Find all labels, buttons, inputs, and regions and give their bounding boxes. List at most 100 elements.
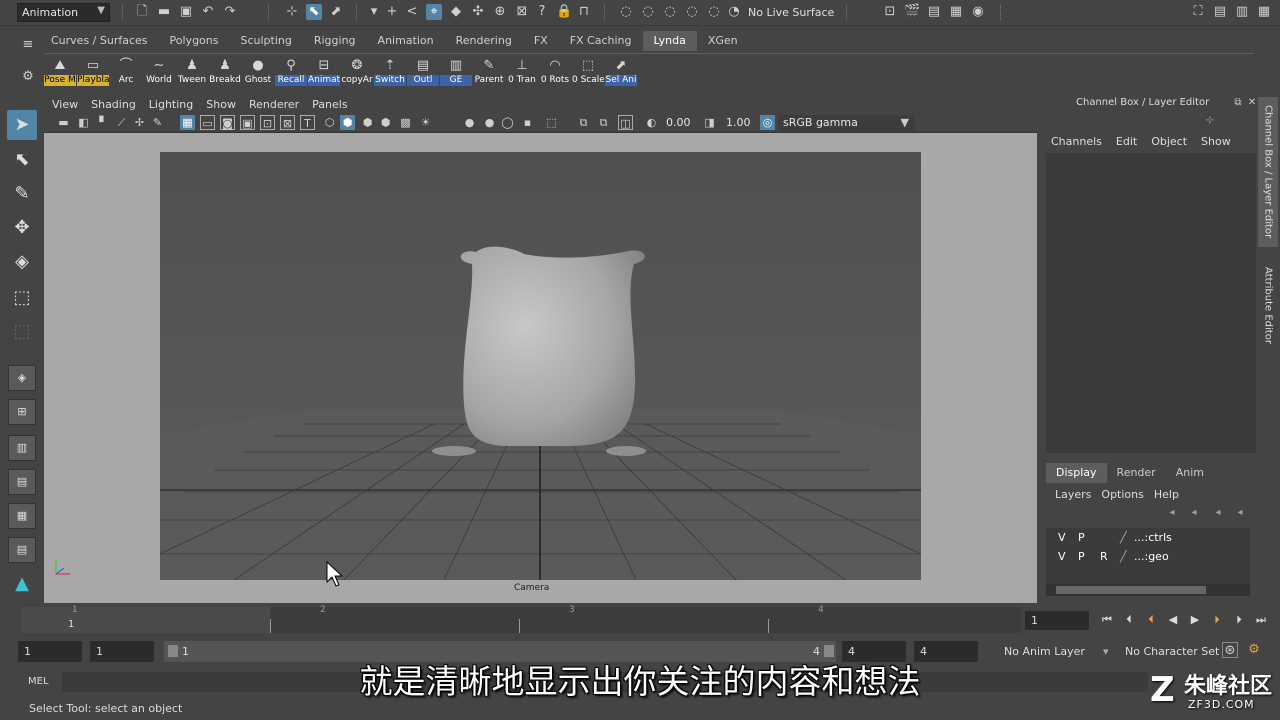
- play-backwards-icon[interactable]: ◀: [1164, 612, 1182, 628]
- safe-title-icon[interactable]: T: [300, 115, 315, 130]
- anti-alias-icon[interactable]: ▪: [520, 115, 535, 130]
- move-layer-up-icon[interactable]: ◂: [1164, 505, 1180, 521]
- color-management-icon[interactable]: ◎: [760, 115, 775, 130]
- tab-sculpting[interactable]: Sculpting: [229, 31, 302, 51]
- attribute-editor-icon[interactable]: ▤: [1212, 4, 1228, 20]
- select-component-icon[interactable]: ⬈: [328, 4, 344, 20]
- exposure-field[interactable]: 0.00: [666, 115, 691, 131]
- tab-fx[interactable]: FX: [523, 31, 559, 51]
- select-object-icon[interactable]: ⬉: [306, 4, 322, 20]
- layer-row[interactable]: V P R ╱ ...:geo: [1046, 549, 1250, 567]
- isolate-select-icon[interactable]: ⬚: [544, 115, 559, 130]
- undo-icon[interactable]: ↶: [200, 4, 216, 20]
- viewport-3d[interactable]: Camera: [44, 134, 1037, 603]
- tab-rendering[interactable]: Rendering: [445, 31, 523, 51]
- film-gate-icon[interactable]: ▭: [200, 115, 215, 130]
- auto-key-icon[interactable]: ⊛: [1222, 642, 1238, 658]
- menu-object[interactable]: Object: [1151, 135, 1187, 148]
- menu-renderer[interactable]: Renderer: [249, 98, 299, 111]
- shelf-button-tween[interactable]: ♟ Tween: [176, 57, 208, 88]
- move-tool-icon[interactable]: ✥: [7, 213, 37, 243]
- render-view-icon[interactable]: 🎬: [904, 4, 920, 20]
- shelf-button-pose[interactable]: ⛰ Pose M: [44, 57, 76, 88]
- shelf-button-outliner[interactable]: ▤ Outl: [407, 57, 439, 88]
- camera-icon[interactable]: ▬: [56, 115, 71, 130]
- tab-attribute-editor[interactable]: Attribute Editor: [1258, 255, 1278, 355]
- select-hierarchy-icon[interactable]: ⊹: [284, 4, 300, 20]
- shelf-button-parent[interactable]: ✎ Parent: [473, 57, 505, 88]
- tab-animation[interactable]: Animation: [367, 31, 445, 51]
- chevron-down-icon[interactable]: ▾: [366, 4, 382, 20]
- layer-playback[interactable]: P: [1078, 550, 1085, 563]
- play-forwards-icon[interactable]: ▶: [1186, 612, 1204, 628]
- go-to-end-icon[interactable]: ⏭: [1252, 612, 1270, 628]
- ambient-occlusion-icon[interactable]: ●: [482, 115, 497, 130]
- lasso-add-icon[interactable]: ◌: [640, 4, 656, 20]
- safe-action-icon[interactable]: ⊠: [280, 115, 295, 130]
- live-surface-icon[interactable]: ◔: [726, 4, 742, 20]
- tab-display[interactable]: Display: [1046, 463, 1107, 483]
- time-slider[interactable]: 1 2 3 4 1: [18, 605, 1022, 635]
- tab-channel-box-layer-editor[interactable]: Channel Box / Layer Editor: [1258, 97, 1278, 247]
- character-set-dropdown[interactable]: No Character Set: [1125, 645, 1219, 658]
- snap-grid-icon[interactable]: +: [384, 4, 400, 20]
- current-frame-field[interactable]: 1: [1025, 611, 1089, 630]
- animation-start-field[interactable]: 1: [18, 641, 82, 662]
- playback-start-field[interactable]: 1: [90, 641, 154, 662]
- gamma-icon[interactable]: ◨: [702, 115, 717, 130]
- tab-fx-caching[interactable]: FX Caching: [559, 31, 643, 51]
- snap-surface-icon[interactable]: ⊕: [492, 4, 508, 20]
- motion-blur-icon[interactable]: ◯: [500, 115, 515, 130]
- move-layer-down-icon[interactable]: ◂: [1186, 505, 1202, 521]
- menu-panels[interactable]: Panels: [312, 98, 347, 111]
- menuset-dropdown[interactable]: Animation ▼: [17, 3, 110, 22]
- menu-help[interactable]: Help: [1154, 488, 1179, 501]
- layer-display-type[interactable]: R: [1100, 550, 1108, 563]
- ipr-render-icon[interactable]: ▤: [926, 4, 942, 20]
- shadows-icon[interactable]: ●: [462, 115, 477, 130]
- isolate-view-icon[interactable]: ◫: [618, 115, 633, 130]
- new-scene-icon[interactable]: 🗋: [134, 4, 150, 20]
- xray-active-icon[interactable]: ⧉: [596, 115, 611, 130]
- shelf-button-ghost[interactable]: ● Ghost: [242, 57, 274, 88]
- exposure-icon[interactable]: ◐: [644, 115, 659, 130]
- shelf-button-animation[interactable]: ⊟ Animat: [308, 57, 340, 88]
- shelf-button-copy-anim[interactable]: ❂ copyAr: [341, 57, 373, 88]
- color-space-dropdown[interactable]: sRGB gamma ▼: [778, 115, 914, 131]
- menu-show[interactable]: Show: [1201, 135, 1231, 148]
- layer-scrollbar[interactable]: [1046, 584, 1250, 596]
- single-pane-layout-icon[interactable]: ◈: [8, 365, 36, 391]
- save-scene-icon[interactable]: ▣: [178, 4, 194, 20]
- step-back-icon[interactable]: ⏴: [1120, 612, 1138, 628]
- live-surface-label[interactable]: No Live Surface: [748, 6, 834, 19]
- menu-show[interactable]: Show: [206, 98, 236, 111]
- redo-icon[interactable]: ↷: [222, 4, 238, 20]
- menu-options[interactable]: Options: [1101, 488, 1143, 501]
- anim-layer-dropdown[interactable]: No Anim Layer: [1004, 645, 1085, 658]
- last-tool-icon[interactable]: ⬚: [7, 317, 37, 347]
- go-to-start-icon[interactable]: ⏮: [1098, 612, 1116, 628]
- tool-settings-icon[interactable]: ▥: [1234, 4, 1250, 20]
- tab-anim[interactable]: Anim: [1166, 463, 1214, 483]
- command-language-label[interactable]: MEL: [28, 676, 49, 687]
- xray-joints-icon[interactable]: ⧉: [576, 115, 591, 130]
- two-d-pan-icon[interactable]: ✢: [132, 115, 147, 130]
- menu-view[interactable]: View: [52, 98, 78, 111]
- shelf-button-zero-translate[interactable]: ⊥ 0 Tran: [506, 57, 538, 88]
- timeline-layout-icon[interactable]: ▤: [8, 537, 36, 563]
- shelf-button-zero-rotate[interactable]: ◠ 0 Rots: [539, 57, 571, 88]
- grid-icon[interactable]: ▦: [180, 115, 195, 130]
- lights-icon[interactable]: ☀: [418, 115, 433, 130]
- render-frame-icon[interactable]: ⊡: [882, 4, 898, 20]
- shelf-button-graph-editor[interactable]: ▥ GE: [440, 57, 472, 88]
- layer-playback[interactable]: P: [1078, 531, 1085, 544]
- tab-rigging[interactable]: Rigging: [303, 31, 367, 51]
- wireframe-on-shaded-icon[interactable]: ⬢: [360, 115, 375, 130]
- render-settings-icon[interactable]: ▦: [948, 4, 964, 20]
- chevron-down-icon[interactable]: ▾: [1103, 645, 1109, 658]
- magnet-icon[interactable]: ⊓: [576, 4, 592, 20]
- tab-lynda[interactable]: Lynda: [642, 31, 697, 51]
- channel-box-icon[interactable]: ▦: [1256, 4, 1272, 20]
- snap-point-icon[interactable]: ⌖: [426, 4, 442, 20]
- snap-view-icon[interactable]: ◆: [448, 4, 464, 20]
